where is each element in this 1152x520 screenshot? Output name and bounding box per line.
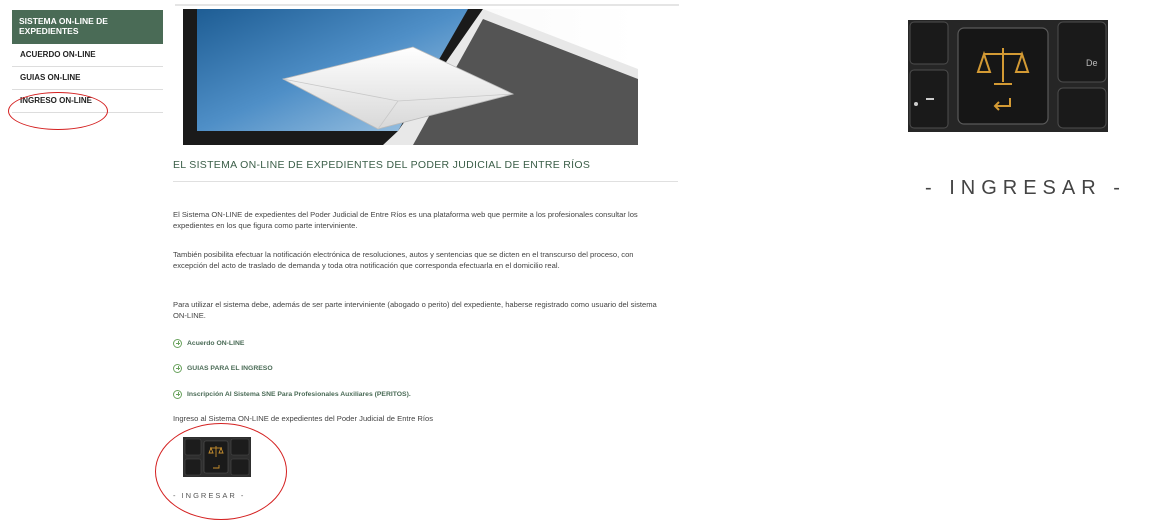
ingresar-link-large[interactable]: - INGRESAR - xyxy=(925,177,1126,200)
sidebar-item-ingreso[interactable]: INGRESO ON-LINE xyxy=(12,90,163,113)
ingreso-description: Ingreso al Sistema ON-LINE de expediente… xyxy=(173,414,434,423)
link-label: Inscripción Al Sistema SNE Para Profesio… xyxy=(187,390,411,398)
sidebar-header[interactable]: SISTEMA ON-LINE DE EXPEDIENTES xyxy=(12,10,163,44)
page-title: EL SISTEMA ON-LINE DE EXPEDIENTES DEL PO… xyxy=(173,159,591,171)
intro-paragraph-3: Para utilizar el sistema debe, además de… xyxy=(173,300,657,320)
svg-text:De: De xyxy=(1086,58,1098,68)
link-label: Acuerdo ON-LINE xyxy=(187,339,245,347)
link-acuerdo-online[interactable]: Acuerdo ON-LINE xyxy=(173,337,244,349)
plus-circle-icon xyxy=(173,389,182,399)
sidebar-item-acuerdo[interactable]: ACUERDO ON-LINE xyxy=(12,44,163,67)
link-inscripcion-peritos[interactable]: Inscripción Al Sistema SNE Para Profesio… xyxy=(173,388,411,400)
ingresar-link-small[interactable]: - INGRESAR - xyxy=(173,491,245,500)
sidebar-item-guias[interactable]: GUIAS ON-LINE xyxy=(12,67,163,90)
hero-laptop-envelope-image xyxy=(183,9,638,145)
plus-circle-icon xyxy=(173,338,182,348)
plus-circle-icon xyxy=(173,363,182,373)
sidebar-nav: SISTEMA ON-LINE DE EXPEDIENTES ACUERDO O… xyxy=(12,10,163,113)
title-divider xyxy=(173,181,678,182)
link-guias-ingreso[interactable]: GUIAS PARA EL INGRESO xyxy=(173,362,273,374)
keyboard-scale-button-large[interactable]: De xyxy=(908,20,1108,132)
top-rule xyxy=(175,4,679,6)
intro-paragraph-1: El Sistema ON-LINE de expedientes del Po… xyxy=(173,210,638,230)
link-label: GUIAS PARA EL INGRESO xyxy=(187,364,273,372)
intro-paragraph-2: También posibilita efectuar la notificac… xyxy=(173,250,634,270)
keyboard-scale-button-small[interactable] xyxy=(183,437,251,477)
